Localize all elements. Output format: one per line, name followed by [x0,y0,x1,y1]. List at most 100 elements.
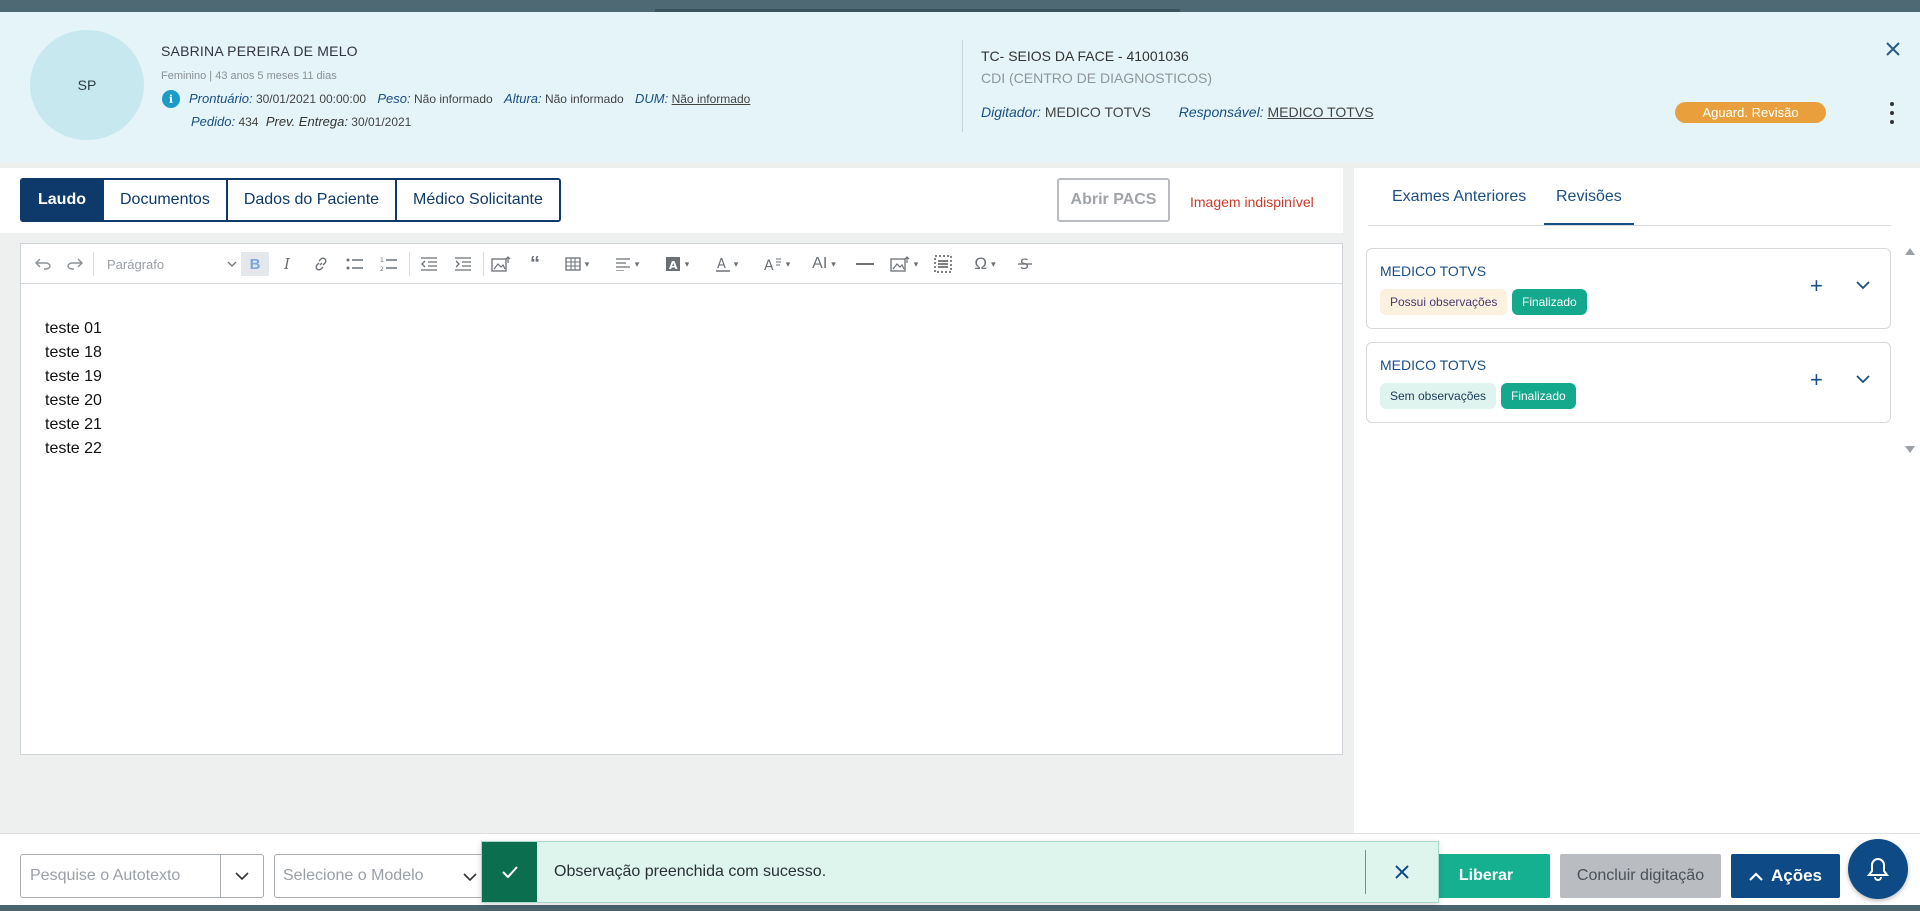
editor-line: teste 01 [45,320,102,337]
add-icon[interactable]: + [1810,273,1823,299]
autotext-search-input[interactable]: Pesquise o Autotexto [20,854,220,898]
revision-author: MEDICO TOTVS [1380,263,1487,279]
numbered-list-icon[interactable]: 12 [377,252,401,276]
toast-close-icon[interactable] [1366,864,1438,880]
indent-icon[interactable] [451,252,475,276]
blockquote-icon[interactable]: “ [523,252,547,276]
tab-documentos[interactable]: Documentos [104,180,228,220]
add-icon[interactable]: + [1810,367,1823,393]
chevron-down-icon [235,872,249,880]
upload-image-icon[interactable]: ▾ [883,252,925,276]
revision-card: MEDICO TOTVS Sem observações Finalizado … [1366,342,1891,423]
document-tabs: Laudo Documentos Dados do Paciente Médic… [20,178,561,222]
app-container: SP SABRINA PEREIRA DE MELO Feminino | 43… [0,12,1920,905]
editor-line: teste 18 [45,344,102,361]
exam-staff-row: Digitador: MEDICO TOTVS Responsável: MED… [981,104,1382,120]
patient-meta: Feminino | 43 anos 5 meses 11 dias [161,70,337,82]
model-select[interactable]: Selecione o Modelo [274,854,494,898]
horizontal-line-icon[interactable] [853,252,877,276]
svg-text:A: A [717,257,726,272]
success-toast: Observação preenchida com sucesso. [481,841,1439,903]
acoes-label: Ações [1770,866,1823,885]
digitador-value: MEDICO TOTVS [1044,104,1151,120]
tab-dados-paciente[interactable]: Dados do Paciente [227,180,398,220]
redo-icon[interactable] [63,252,87,276]
tab-revisoes[interactable]: Revisões [1544,188,1634,225]
header-divider [962,40,963,132]
concluir-digitacao-button[interactable]: Concluir digitação [1560,854,1721,898]
close-icon[interactable] [1882,38,1904,60]
font-size-icon[interactable]: A ▾ [757,252,797,276]
autotext-dropdown-button[interactable] [220,854,264,898]
prontuario-value: 30/01/2021 00:00:00 [255,92,367,106]
altura-label: Altura: [504,91,542,106]
exam-title: TC- SEIOS DA FACE - 41001036 [981,48,1189,64]
editor-content[interactable]: teste 01 teste 18 teste 19 teste 20 test… [21,284,1342,461]
highlight-icon[interactable]: A ▾ [657,252,697,276]
more-options-icon[interactable] [1888,102,1896,124]
link-icon[interactable] [309,252,333,276]
font-family-icon[interactable]: AI ▾ [803,252,845,276]
font-color-icon[interactable]: A ▾ [707,252,747,276]
chevron-down-icon [463,873,477,882]
outdent-icon[interactable] [417,252,441,276]
responsavel-link[interactable]: MEDICO TOTVS [1267,104,1373,120]
peso-value: Não informado [413,92,493,106]
pedido-value: 434 [238,115,259,129]
patient-header: SP SABRINA PEREIRA DE MELO Feminino | 43… [0,12,1920,162]
toolbar-separator [483,252,484,276]
bold-icon[interactable]: B [241,252,269,276]
open-pacs-button[interactable]: Abrir PACS [1057,178,1170,222]
insert-table-icon[interactable]: ▾ [557,252,597,276]
undo-icon[interactable] [31,252,55,276]
strikethrough-icon[interactable]: S [1013,252,1037,276]
paragraph-style-value: Parágrafo [107,256,165,272]
italic-icon[interactable]: I [275,252,299,276]
pedido-label: Pedido: [191,114,236,129]
editor-toolbar: Parágrafo B I 12 “ ▾ ▾ A ▾ A ▾ A ▾ AI ▾ … [21,244,1342,284]
bulleted-list-icon[interactable] [343,252,367,276]
scroll-up-arrow[interactable] [1905,248,1915,255]
chevron-down-icon[interactable] [1855,371,1871,387]
info-icon[interactable]: i [162,90,180,108]
dum-value-link[interactable]: Não informado [672,92,751,106]
altura-value: Não informado [544,92,624,106]
chevron-down-icon[interactable] [1855,277,1871,293]
svg-text:A: A [764,258,774,272]
liberar-button[interactable]: Liberar [1422,854,1550,898]
digitador-label: Digitador: [981,104,1041,120]
tab-laudo[interactable]: Laudo [22,180,104,220]
patient-name: SABRINA PEREIRA DE MELO [161,43,358,59]
avatar: SP [30,30,144,140]
paragraph-style-select[interactable]: Parágrafo [107,252,237,276]
acoes-button[interactable]: Ações [1731,854,1840,898]
select-all-icon[interactable] [931,252,955,276]
editor-line: teste 20 [45,392,102,409]
scroll-down-arrow[interactable] [1905,446,1915,453]
observation-badge: Possui observações [1380,289,1508,315]
image-status-text: Imagem indispinível [1190,194,1314,210]
insert-image-icon[interactable] [489,252,513,276]
tab-exames-anteriores[interactable]: Exames Anteriores [1392,188,1526,206]
svg-text:1: 1 [380,257,384,264]
finalized-badge: Finalizado [1512,289,1587,315]
tab-medico-solicitante[interactable]: Médico Solicitante [397,180,559,220]
window-top-strip [0,0,1920,12]
revisions-panel: Exames Anteriores Revisões MEDICO TOTVS … [1354,168,1920,833]
special-chars-icon[interactable]: Ω ▾ [965,252,1005,276]
text-align-icon[interactable]: ▾ [607,252,647,276]
observation-badge: Sem observações [1380,383,1497,409]
toolbar-separator [409,252,410,276]
editor-line: teste 22 [45,440,102,457]
clinic-name: CDI (CENTRO DE DIAGNOSTICOS) [981,70,1213,86]
toolbar-separator [93,252,94,276]
entrega-label: Prev. Entrega: [265,114,348,129]
editor-line: teste 21 [45,416,102,433]
prontuario-label: Prontuário: [189,91,253,106]
check-icon [482,842,537,902]
status-badge: Aguard. Revisão [1675,102,1826,123]
chevron-down-icon [227,261,237,267]
document-tabs-bar: Laudo Documentos Dados do Paciente Médic… [0,168,1343,233]
tab-revisoes-label: Revisões [1556,188,1622,205]
notifications-bell-icon[interactable] [1848,839,1908,899]
